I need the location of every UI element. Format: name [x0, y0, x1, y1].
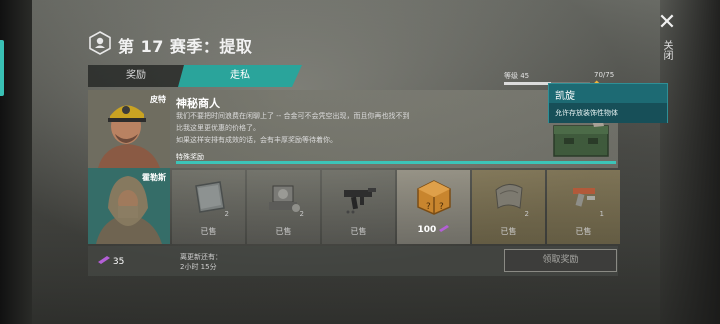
- close-icon[interactable]: ✕: [655, 12, 679, 36]
- level-progress-fill: [504, 82, 552, 85]
- npc-portrait-pete[interactable]: 皮特: [88, 90, 170, 168]
- item-quantity: 2: [224, 210, 229, 218]
- item-status: 已售: [500, 227, 517, 236]
- level-label: 等级 45: [504, 72, 530, 80]
- shop-item[interactable]: 2 已售: [472, 170, 545, 244]
- svg-text:?: ?: [439, 202, 444, 212]
- tooltip-description: 允许存放装饰性物体: [549, 103, 667, 123]
- item-status: 已售: [350, 227, 367, 236]
- season-title: 第 17 赛季：提取: [118, 37, 253, 56]
- shop-item[interactable]: 2 已售: [247, 170, 320, 244]
- item-quantity: 1: [599, 210, 604, 218]
- shop-item[interactable]: 已售: [322, 170, 395, 244]
- special-reward-bar: [176, 161, 616, 164]
- side-tab-indicator[interactable]: [0, 40, 4, 96]
- npc-name-pete: 皮特: [150, 95, 166, 104]
- metal-plate-icon: [190, 178, 228, 216]
- shop-item[interactable]: 2 已售: [172, 170, 245, 244]
- mystery-box-icon: ? ?: [415, 178, 453, 216]
- engine-part-icon: [265, 178, 303, 216]
- description-line: 比我这里更优惠的价格了。: [176, 124, 260, 132]
- smg-icon: [340, 178, 378, 216]
- item-quantity: 2: [299, 210, 304, 218]
- price-value: 100: [417, 225, 437, 235]
- shop-item[interactable]: 1 已售: [547, 170, 620, 244]
- item-quantity: 2: [524, 210, 529, 218]
- item-price: 100: [397, 225, 470, 235]
- shop-item-available[interactable]: ? ? 100: [397, 170, 470, 244]
- reward-tooltip: 凯旋 允许存放装饰性物体: [548, 83, 668, 123]
- description-line: 如果这样安排有成效的话，会有丰厚奖励等待着你。: [176, 136, 337, 144]
- tooltip-title: 凯旋: [555, 91, 575, 102]
- season-badge-icon: [88, 31, 112, 55]
- svg-text:?: ?: [426, 202, 431, 212]
- item-status: 已售: [200, 227, 217, 236]
- npc-name-horace: 霍勒斯: [142, 173, 166, 182]
- alloy-currency-icon: [98, 256, 110, 264]
- claim-reward-button[interactable]: 领取奖励: [504, 249, 617, 272]
- close-label[interactable]: 关闭: [661, 40, 674, 60]
- description-line: 我们不要把时间浪费在闲聊上了 -- 合金可不会凭空出现，而且你再也找不到: [176, 112, 410, 120]
- left-edge-panel: [0, 0, 32, 324]
- pistol-parts-icon: [565, 178, 603, 216]
- refresh-timer: 离更新还有： 2小时 15分: [180, 252, 222, 272]
- currency-amount: 35: [112, 257, 125, 267]
- merchant-description: 我们不要把时间浪费在闲聊上了 -- 合金可不会凭空出现，而且你再也找不到 比我这…: [176, 110, 466, 146]
- tab-smuggle[interactable]: 走私: [178, 65, 302, 87]
- shop-items-row: 2 已售 2 已售 已售 ? ? 100 2 已售 1 已售: [172, 170, 620, 244]
- reward-crate-icon[interactable]: [552, 118, 610, 158]
- item-status: 已售: [275, 227, 292, 236]
- alloy-currency-icon: [439, 225, 450, 232]
- refresh-time: 2小时 15分: [180, 263, 217, 271]
- xp-value: 70/75: [594, 71, 615, 79]
- currency-balance: 35: [98, 256, 124, 267]
- tab-rewards[interactable]: 奖励: [88, 65, 184, 87]
- fabric-icon: [490, 178, 528, 216]
- tab-bar: 奖励 走私 等级 45 70/75 ◆: [88, 65, 618, 87]
- item-status: 已售: [575, 227, 592, 236]
- refresh-caption: 离更新还有：: [180, 253, 222, 261]
- npc-portrait-horace[interactable]: 霍勒斯: [88, 168, 170, 244]
- merchant-title: 神秘商人: [176, 97, 220, 110]
